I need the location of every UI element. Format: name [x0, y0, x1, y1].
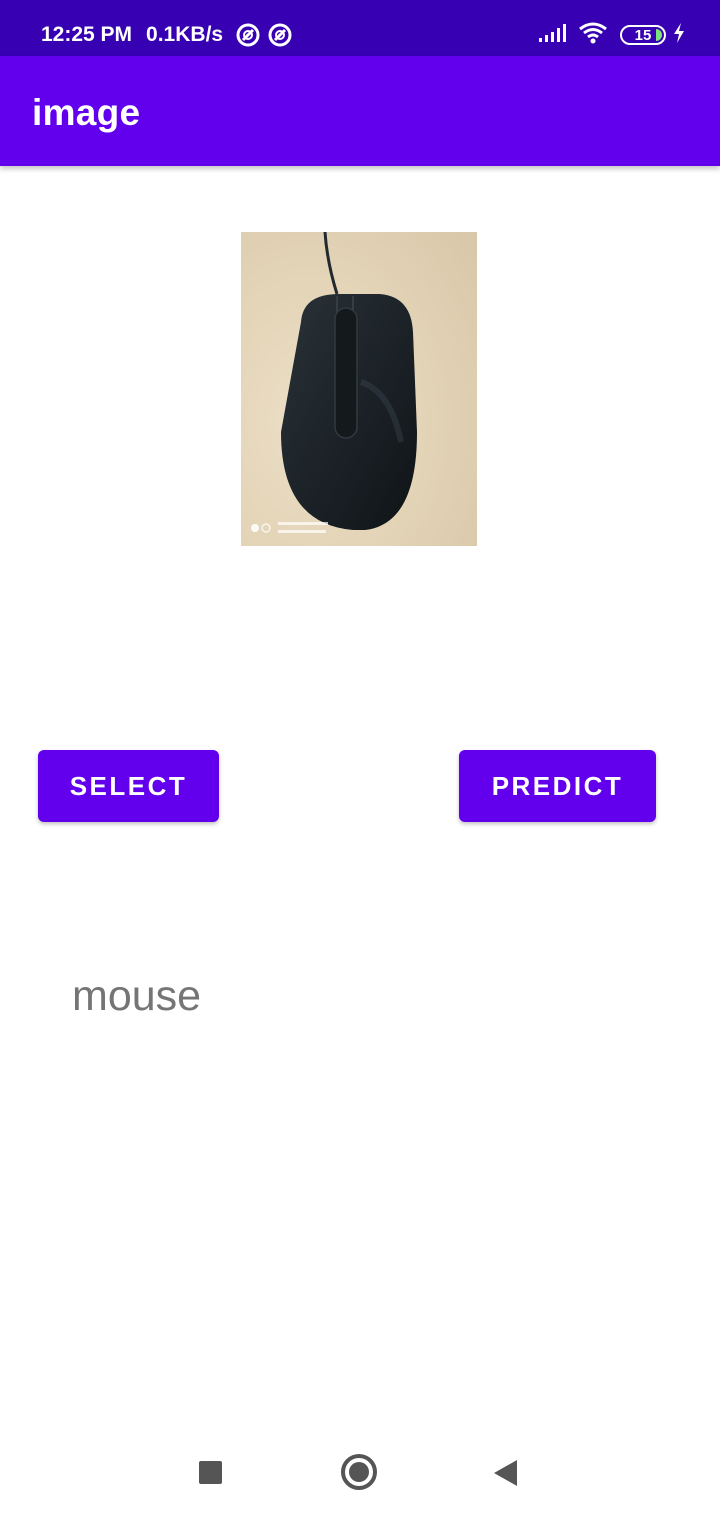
back-icon[interactable] — [494, 1460, 517, 1486]
home-icon[interactable] — [341, 1454, 377, 1490]
prediction-result: mouse — [72, 972, 202, 1020]
signal-icon — [538, 23, 568, 48]
selected-image — [241, 232, 477, 546]
sync-icon — [235, 22, 261, 48]
battery-icon: 15 — [620, 25, 666, 45]
status-left: 12:25 PM 0.1KB/s — [41, 22, 293, 48]
home-icon-inner — [349, 1462, 369, 1482]
app-bar: image — [0, 56, 720, 166]
battery-level: 15 — [634, 26, 652, 44]
battery-fill — [656, 29, 662, 41]
mouse-photo — [241, 232, 477, 546]
select-button[interactable]: SELECT — [38, 750, 219, 822]
status-bar: 12:25 PM 0.1KB/s 15 — [0, 0, 720, 56]
wifi-icon — [578, 21, 608, 50]
recent-apps-icon[interactable] — [199, 1461, 222, 1484]
no-disturb-icon — [267, 22, 293, 48]
status-time: 12:25 PM — [41, 23, 133, 46]
navigation-bar — [0, 1420, 720, 1520]
status-right: 15 — [538, 22, 686, 48]
network-speed: 0.1KB/s — [146, 23, 224, 46]
app-title: image — [32, 92, 141, 133]
predict-button[interactable]: PREDICT — [459, 750, 656, 822]
charging-icon — [672, 22, 686, 49]
